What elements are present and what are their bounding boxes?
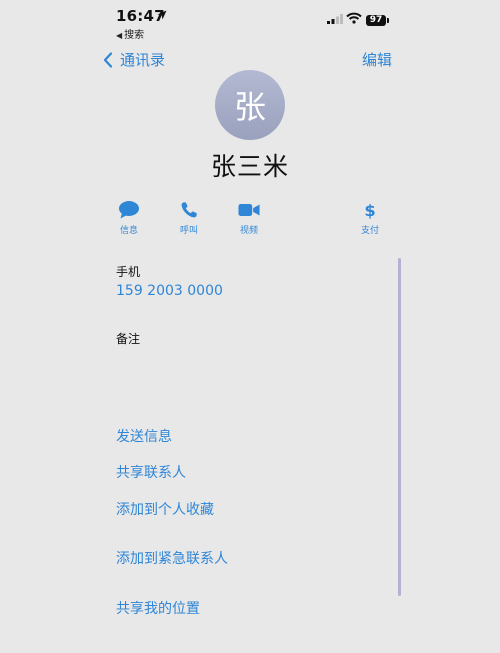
add-to-emergency-contacts-link[interactable]: 添加到紧急联系人 <box>116 548 228 568</box>
message-action-label: 信息 <box>119 226 138 236</box>
status-bar: 16:47 ◀ 搜索 97 <box>0 0 500 44</box>
phone-label: 手机 <box>116 265 141 279</box>
add-to-favorites-link[interactable]: 添加到个人收藏 <box>116 499 214 519</box>
wifi-icon <box>346 12 362 24</box>
phone-icon <box>181 202 197 218</box>
svg-text:$: $ <box>364 201 375 220</box>
send-message-link[interactable]: 发送信息 <box>116 426 172 446</box>
share-my-location-link[interactable]: 共享我的位置 <box>116 598 200 618</box>
edit-button[interactable]: 编辑 <box>362 49 392 70</box>
message-icon <box>119 201 139 219</box>
notes-label: 备注 <box>116 332 141 346</box>
battery-indicator: 97 <box>366 15 389 26</box>
back-triangle-icon: ◀ <box>116 31 123 40</box>
share-contact-link[interactable]: 共享联系人 <box>116 462 186 482</box>
phone-number[interactable]: 159 2003 0000 <box>116 283 223 299</box>
pay-action-label: 支付 <box>360 226 379 236</box>
video-action-button[interactable]: 视频 <box>224 200 274 236</box>
video-icon <box>238 204 260 216</box>
video-action-label: 视频 <box>239 226 258 236</box>
back-label: 通讯录 <box>120 51 166 69</box>
back-app-label: 搜索 <box>124 30 145 41</box>
call-action-label: 呼叫 <box>179 226 198 236</box>
dollar-icon: $ <box>364 201 375 220</box>
chevron-left-icon <box>103 51 113 68</box>
pay-action-button[interactable]: $ 支付 <box>345 200 395 236</box>
message-action-button[interactable]: 信息 <box>104 200 154 236</box>
back-to-contacts-button[interactable]: 通讯录 <box>103 49 165 70</box>
location-arrow-icon <box>157 10 167 20</box>
scrollbar[interactable] <box>398 258 401 596</box>
contact-name: 张三米 <box>210 152 289 181</box>
avatar: 张 <box>215 70 285 140</box>
back-to-app[interactable]: ◀ 搜索 <box>116 26 144 41</box>
call-action-button[interactable]: 呼叫 <box>164 200 214 236</box>
cellular-signal-icon <box>327 14 343 24</box>
